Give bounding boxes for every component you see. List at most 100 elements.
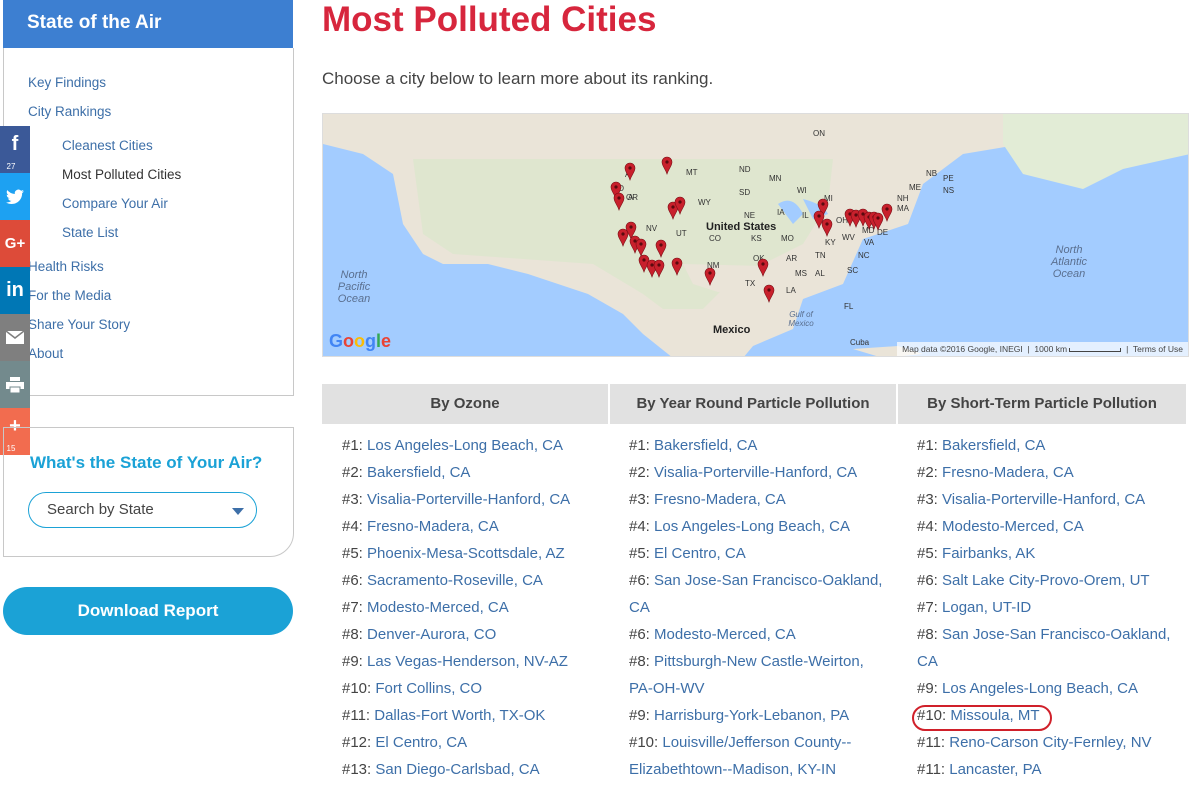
ranking-item: #8: Denver-Aurora, CO (342, 626, 496, 643)
map-pin-dot (639, 242, 643, 246)
map-pin-icon[interactable] (671, 257, 683, 276)
city-link[interactable]: Fresno-Madera, CA (942, 464, 1074, 481)
city-link[interactable]: Denver-Aurora, CO (367, 626, 496, 643)
city-link[interactable]: Reno-Carson City-Fernley, NV (949, 734, 1151, 751)
city-link[interactable]: Louisville/Jefferson County-- (662, 734, 851, 751)
rank-number: #2: (917, 464, 943, 481)
ranking-item: #9: Harrisburg-York-Lebanon, PA (629, 707, 849, 724)
city-link[interactable]: Lancaster, PA (949, 761, 1041, 778)
rank-number: #8: (342, 626, 368, 643)
city-link[interactable]: Modesto-Merced, CA (367, 599, 509, 616)
nav-about[interactable]: About (28, 346, 63, 361)
ranking-item: #3: Fresno-Madera, CA (629, 491, 786, 508)
rank-number: #12: (342, 734, 376, 751)
map-pin-icon[interactable] (881, 203, 893, 222)
ranking-item: #8: Pittsburgh-New Castle-Weirton, (629, 653, 864, 670)
rank-number: #11: (917, 761, 950, 778)
state-select-value: Search by State (47, 501, 154, 518)
googleplus-share-button[interactable]: G+ (0, 220, 30, 267)
ranking-item: #1: Bakersfield, CA (917, 437, 1045, 454)
print-button[interactable] (0, 361, 30, 408)
map-pin-icon[interactable] (704, 267, 716, 286)
city-link[interactable]: Los Angeles-Long Beach, CA (942, 680, 1138, 697)
city-link[interactable]: Fresno-Madera, CA (654, 491, 786, 508)
map-pin-icon[interactable] (624, 162, 636, 181)
map-pin-dot (642, 258, 646, 262)
map-pin-icon[interactable] (763, 284, 775, 303)
city-link[interactable]: Bakersfield, CA (367, 464, 470, 481)
city-link[interactable]: Modesto-Merced, CA (942, 518, 1084, 535)
city-link[interactable]: Harrisburg-York-Lebanon, PA (654, 707, 849, 724)
city-link[interactable]: Fresno-Madera, CA (367, 518, 499, 535)
map-pin-icon[interactable] (821, 218, 833, 237)
sidebar-title[interactable]: State of the Air (3, 0, 293, 48)
city-link[interactable]: Salt Lake City-Provo-Orem, UT (942, 572, 1150, 589)
column-heading-year-round: By Year Round Particle Pollution (610, 384, 896, 424)
city-link[interactable]: Bakersfield, CA (942, 437, 1045, 454)
city-link[interactable]: Pittsburgh-New Castle-Weirton, (654, 653, 864, 670)
email-share-button[interactable] (0, 314, 30, 361)
city-link[interactable]: Bakersfield, CA (654, 437, 757, 454)
map-pin-icon[interactable] (617, 228, 629, 247)
rank-number: #8: (629, 653, 655, 670)
city-link-continuation[interactable]: PA-OH-WV (629, 680, 705, 697)
map-pin-icon[interactable] (613, 192, 625, 211)
ranking-item: #7: Logan, UT-ID (917, 599, 1031, 616)
city-link[interactable]: Modesto-Merced, CA (654, 626, 796, 643)
nav-key-findings[interactable]: Key Findings (28, 75, 106, 90)
city-link[interactable]: San Jose-San Francisco-Oakland, (654, 572, 882, 589)
city-link[interactable]: Fort Collins, CO (375, 680, 482, 697)
city-link[interactable]: Los Angeles-Long Beach, CA (367, 437, 563, 454)
city-map[interactable]: ON MT ND MN SD WY WI MI ID A A OR NV UT … (322, 113, 1189, 357)
rank-number: #6: (629, 626, 655, 643)
city-link-continuation[interactable]: CA (917, 653, 938, 670)
nav-city-rankings[interactable]: City Rankings (28, 104, 111, 119)
ranking-item: #6: San Jose-San Francisco-Oakland, (629, 572, 882, 589)
rank-number: #4: (342, 518, 368, 535)
twitter-share-button[interactable] (0, 173, 30, 220)
rank-number: #2: (342, 464, 368, 481)
map-pin-icon[interactable] (661, 156, 673, 175)
city-link[interactable]: Visalia-Porterville-Hanford, CA (942, 491, 1145, 508)
ranking-item: #6: Sacramento-Roseville, CA (342, 572, 543, 589)
map-pin-icon[interactable] (635, 238, 647, 257)
facebook-share-button[interactable]: f 27 (0, 126, 30, 173)
share-bar: f 27 G+ in + 15 (0, 126, 30, 455)
state-select-dropdown[interactable]: Search by State (28, 492, 257, 528)
city-link[interactable]: Sacramento-Roseville, CA (367, 572, 543, 589)
city-link-continuation[interactable]: CA (629, 599, 650, 616)
nav-for-the-media[interactable]: For the Media (28, 288, 111, 303)
nav-health-risks[interactable]: Health Risks (28, 259, 104, 274)
map-pin-icon[interactable] (757, 258, 769, 277)
nav-cleanest-cities[interactable]: Cleanest Cities (62, 138, 153, 153)
city-link[interactable]: San Jose-San Francisco-Oakland, (942, 626, 1170, 643)
city-link[interactable]: Dallas-Fort Worth, TX-OK (374, 707, 545, 724)
state-search-title: What's the State of Your Air? (30, 453, 263, 472)
city-link[interactable]: Fairbanks, AK (942, 545, 1035, 562)
city-link[interactable]: El Centro, CA (375, 734, 467, 751)
nav-compare-your-air[interactable]: Compare Your Air (62, 196, 168, 211)
rank-number: #9: (342, 653, 368, 670)
nav-most-polluted-cities[interactable]: Most Polluted Cities (62, 167, 181, 182)
sidebar-nav (3, 48, 294, 396)
map-pin-icon[interactable] (655, 239, 667, 258)
linkedin-share-button[interactable]: in (0, 267, 30, 314)
city-link[interactable]: Logan, UT-ID (942, 599, 1031, 616)
city-link-continuation[interactable]: Elizabethtown--Madison, KY-IN (629, 761, 836, 778)
city-link[interactable]: Los Angeles-Long Beach, CA (654, 518, 850, 535)
intro-text: Choose a city below to learn more about … (322, 69, 714, 88)
city-link[interactable]: San Diego-Carlsbad, CA (375, 761, 539, 778)
nav-state-list[interactable]: State List (62, 225, 118, 240)
map-pin-dot (675, 261, 679, 265)
city-link[interactable]: El Centro, CA (654, 545, 746, 562)
twitter-icon (6, 189, 24, 204)
city-link[interactable]: Las Vegas-Henderson, NV-AZ (367, 653, 568, 670)
ranking-item: #5: Phoenix-Mesa-Scottsdale, AZ (342, 545, 565, 562)
print-icon (6, 376, 24, 393)
city-link[interactable]: Phoenix-Mesa-Scottsdale, AZ (367, 545, 565, 562)
city-link[interactable]: Visalia-Porterville-Hanford, CA (654, 464, 857, 481)
map-pin-icon[interactable] (653, 259, 665, 278)
nav-share-your-story[interactable]: Share Your Story (28, 317, 130, 332)
download-report-button[interactable]: Download Report (3, 587, 293, 635)
city-link[interactable]: Visalia-Porterville-Hanford, CA (367, 491, 570, 508)
